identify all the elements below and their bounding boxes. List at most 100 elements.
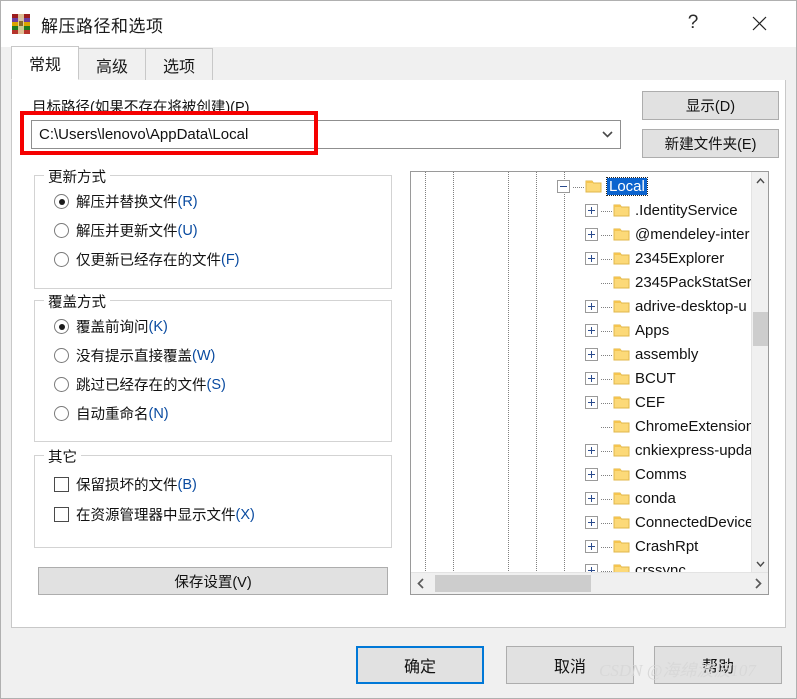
tree-item[interactable]: 2345Explorer — [411, 247, 751, 271]
tree-vertical-scrollbar[interactable] — [751, 172, 768, 572]
chevron-down-icon[interactable] — [594, 121, 620, 148]
option-hotkey: (N) — [148, 405, 169, 422]
folder-icon — [585, 179, 602, 193]
chevron-down-icon[interactable] — [752, 555, 768, 572]
folder-icon — [613, 299, 630, 313]
radio-skip-existing[interactable]: 跳过已经存在的文件 (S) — [54, 374, 226, 395]
winrar-books-icon — [10, 13, 32, 35]
tree-item-label: 2345Explorer — [635, 250, 725, 267]
help-icon[interactable]: ? — [670, 1, 716, 45]
expand-icon[interactable] — [585, 444, 598, 457]
new-folder-button[interactable]: 新建文件夹(E) — [642, 129, 779, 158]
tree-item[interactable]: BCUT — [411, 367, 751, 391]
expand-icon[interactable] — [585, 540, 598, 553]
tree-item[interactable]: CEF — [411, 391, 751, 415]
tree-item-label: .IdentityService — [635, 202, 738, 219]
radio-overwrite-without-prompt[interactable]: 没有提示直接覆盖 (W) — [54, 345, 215, 366]
tree-item-label: CrashRpt — [635, 538, 699, 555]
expand-icon[interactable] — [585, 348, 598, 361]
radio-ask-before-overwrite[interactable]: 覆盖前询问 (K) — [54, 316, 168, 337]
expand-icon[interactable] — [585, 516, 598, 529]
expand-icon[interactable] — [585, 324, 598, 337]
folder-icon — [613, 371, 630, 385]
expand-icon[interactable] — [585, 492, 598, 505]
tree-item[interactable]: ConnectedDevice — [411, 511, 751, 535]
radio-indicator — [54, 194, 69, 209]
folder-icon — [613, 563, 630, 572]
tree-item[interactable]: Apps — [411, 319, 751, 343]
option-label: 跳过已经存在的文件 — [76, 378, 207, 394]
tree-connector — [601, 283, 612, 284]
tree-item[interactable]: .IdentityService — [411, 199, 751, 223]
expand-icon[interactable] — [585, 564, 598, 572]
expand-icon[interactable] — [585, 204, 598, 217]
tree-item-label: ChromeExtension — [635, 418, 751, 435]
tree-item-label: @mendeley-inter — [635, 226, 750, 243]
tree-horizontal-scrollbar[interactable] — [411, 572, 768, 594]
tab-advanced[interactable]: 高级 — [78, 48, 146, 80]
close-icon[interactable] — [736, 1, 782, 45]
chevron-right-icon[interactable] — [749, 573, 768, 594]
tab-general[interactable]: 常规 — [11, 46, 79, 80]
option-label: 解压并替换文件 — [76, 195, 178, 211]
destination-path-combobox[interactable] — [31, 120, 621, 149]
tree-connector — [601, 547, 612, 548]
extract-path-and-options-dialog: 解压路径和选项 ? 常规 高级 选项 目标路径(如果不存在将被创建)(P) 显示… — [0, 0, 797, 699]
radio-auto-rename[interactable]: 自动重命名 (N) — [54, 403, 169, 424]
expand-icon[interactable] — [585, 252, 598, 265]
tree-connector — [601, 235, 612, 236]
option-hotkey: (U) — [177, 222, 198, 239]
tree-item-label: assembly — [635, 346, 699, 363]
tab-options[interactable]: 选项 — [145, 48, 213, 80]
tree-horizontal-scroll-thumb[interactable] — [435, 575, 591, 592]
save-settings-button[interactable]: 保存设置(V) — [38, 567, 388, 595]
expand-icon[interactable] — [585, 396, 598, 409]
tree-item[interactable]: CrashRpt — [411, 535, 751, 559]
display-button[interactable]: 显示(D) — [642, 91, 779, 120]
radio-update-existing-only[interactable]: 仅更新已经存在的文件 (F) — [54, 249, 240, 270]
expand-icon[interactable] — [585, 300, 598, 313]
folder-icon — [613, 227, 630, 241]
option-label: 覆盖前询问 — [76, 320, 149, 336]
tree-item[interactable]: cnkiexpress-upda — [411, 439, 751, 463]
chevron-left-icon[interactable] — [411, 573, 430, 594]
expand-icon[interactable] — [585, 468, 598, 481]
tree-item[interactable]: 2345PackStatSer — [411, 271, 751, 295]
other-options-group: 其它 保留损坏的文件 (B) 在资源管理器中显示文件 (X) — [34, 446, 392, 548]
chevron-up-icon[interactable] — [752, 172, 768, 189]
folder-icon — [613, 491, 630, 505]
folder-tree-view[interactable]: Local .IdentityService @mendeley-inter 2345… — [410, 171, 769, 595]
tree-item-label: conda — [635, 490, 676, 507]
general-tab-panel: 目标路径(如果不存在将被创建)(P) 显示(D) 新建文件夹(E) 更新方式 解… — [11, 80, 786, 628]
collapse-icon[interactable] — [557, 180, 570, 193]
tree-item-label: adrive-desktop-u — [635, 298, 747, 315]
radio-extract-and-replace[interactable]: 解压并替换文件 (R) — [54, 191, 198, 212]
tree-vertical-scroll-thumb[interactable] — [753, 312, 768, 346]
tree-item[interactable]: ChromeExtension — [411, 415, 751, 439]
tree-item[interactable]: Local — [411, 175, 751, 199]
tree-connector — [601, 427, 612, 428]
option-hotkey: (K) — [148, 318, 168, 335]
tree-item[interactable]: conda — [411, 487, 751, 511]
radio-extract-and-update[interactable]: 解压并更新文件 (U) — [54, 220, 198, 241]
destination-path-input[interactable] — [32, 125, 594, 144]
tree-item[interactable]: Comms — [411, 463, 751, 487]
expand-icon[interactable] — [585, 372, 598, 385]
folder-icon — [613, 539, 630, 553]
expand-icon[interactable] — [585, 228, 598, 241]
checkbox-keep-broken-files[interactable]: 保留损坏的文件 (B) — [54, 474, 197, 495]
tree-connector — [601, 355, 612, 356]
tree-item[interactable]: crssync — [411, 559, 751, 572]
folder-icon — [613, 275, 630, 289]
checkbox-show-files-in-explorer[interactable]: 在资源管理器中显示文件 (X) — [54, 504, 255, 525]
update-mode-legend: 更新方式 — [44, 166, 110, 187]
folder-icon — [613, 467, 630, 481]
tree-item[interactable]: assembly — [411, 343, 751, 367]
tree-item[interactable]: adrive-desktop-u — [411, 295, 751, 319]
tree-item[interactable]: @mendeley-inter — [411, 223, 751, 247]
ok-button[interactable]: 确定 — [356, 646, 484, 684]
destination-path-label: 目标路径(如果不存在将被创建)(P) — [32, 100, 250, 116]
window-title: 解压路径和选项 — [41, 16, 164, 36]
folder-icon — [613, 515, 630, 529]
watermark: CSDN @海绵波波107 — [599, 661, 756, 680]
